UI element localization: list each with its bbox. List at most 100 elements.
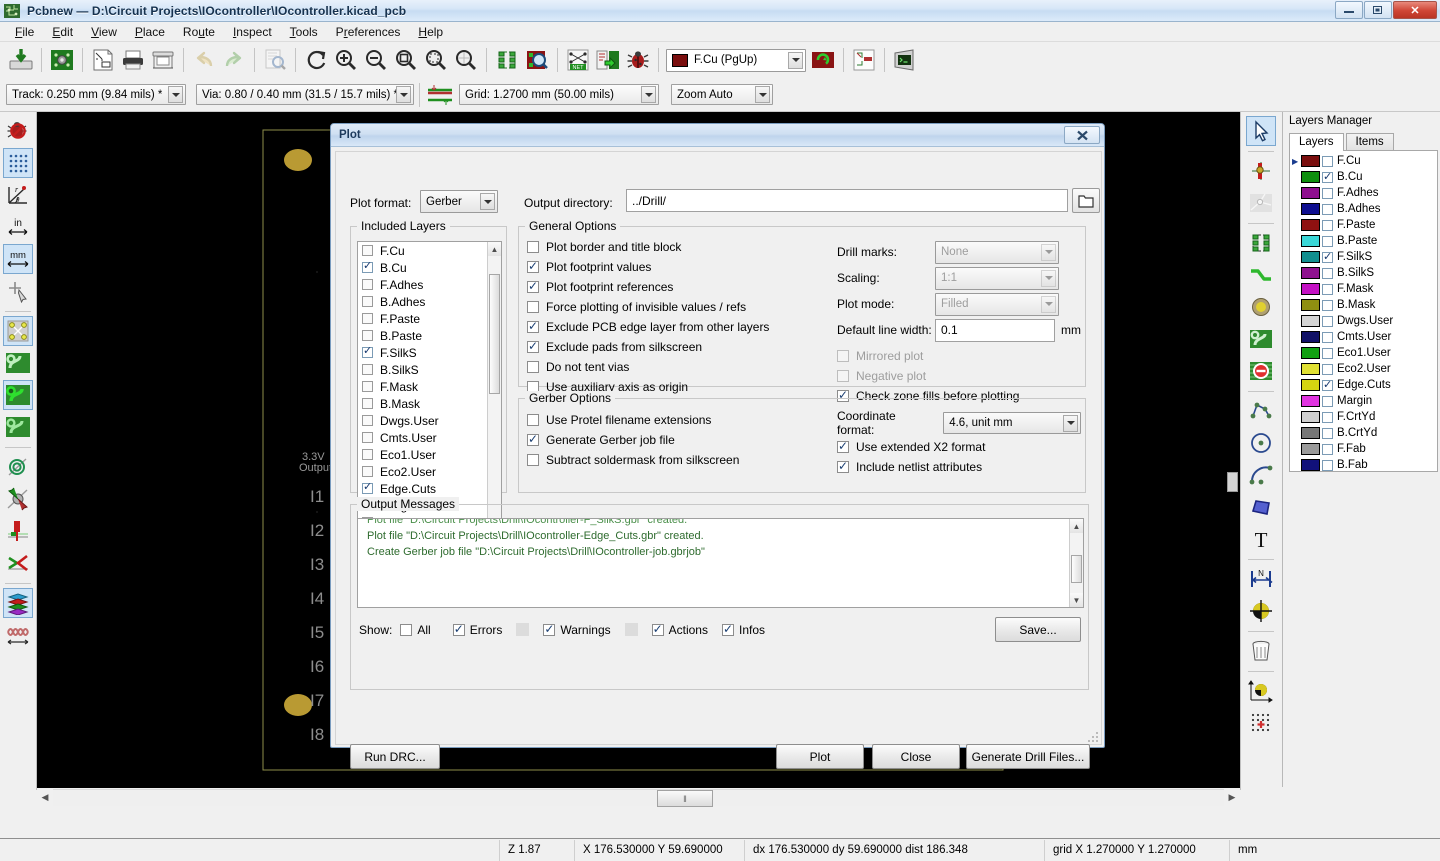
output-directory-input[interactable]: ../Drill/ — [626, 189, 1068, 212]
units-mm-icon[interactable]: mm — [3, 244, 33, 274]
add-zone-icon[interactable] — [1246, 324, 1276, 354]
zoom-in-icon[interactable] — [331, 45, 361, 75]
layer-color-swatch[interactable] — [1301, 315, 1320, 327]
included-layer-row[interactable]: Edge.Cuts — [358, 480, 501, 497]
menu-view[interactable]: View — [82, 23, 126, 41]
drill-marks-select[interactable]: None — [935, 240, 1059, 264]
layer-visibility-checkbox[interactable] — [1322, 203, 1333, 215]
run-drc-button[interactable]: Run DRC... — [350, 744, 440, 769]
gerber-option-right[interactable]: Use extended X2 format — [837, 437, 1081, 457]
general-option[interactable]: Exclude pads from silkscreen — [527, 337, 827, 357]
zoom-select[interactable]: Zoom Auto — [671, 84, 773, 105]
layer-row[interactable]: B.CrtYd — [1290, 425, 1437, 441]
show-filter-all[interactable]: All — [400, 623, 431, 637]
general-option-checkbox[interactable] — [527, 361, 539, 373]
general-option-checkbox[interactable] — [527, 241, 539, 253]
included-layer-checkbox[interactable] — [362, 344, 373, 358]
highlight-net-icon[interactable] — [1246, 156, 1276, 186]
scaling-select[interactable]: 1:1 — [935, 266, 1059, 290]
select-tool-icon[interactable] — [1245, 116, 1276, 146]
chevron-down-icon[interactable] — [480, 193, 495, 210]
layer-visibility-checkbox[interactable] — [1322, 427, 1333, 439]
included-layer-checkbox[interactable] — [362, 296, 373, 307]
included-layer-checkbox[interactable] — [362, 480, 373, 494]
included-layer-checkbox[interactable] — [362, 313, 373, 324]
included-layer-row[interactable]: Dwgs.User — [358, 412, 501, 429]
plot-icon[interactable] — [148, 45, 178, 75]
local-ratsnest-icon[interactable] — [1246, 188, 1276, 218]
chevron-down-icon[interactable] — [788, 51, 803, 69]
fill-zones-icon[interactable] — [3, 380, 33, 410]
included-layer-checkbox[interactable] — [362, 364, 373, 375]
restore-button[interactable] — [1364, 1, 1392, 19]
page-settings-icon[interactable] — [88, 45, 118, 75]
add-circle-icon[interactable] — [1246, 428, 1276, 458]
plot-dialog-close-icon[interactable] — [1064, 126, 1100, 144]
footprint-viewer-icon[interactable] — [522, 45, 552, 75]
show-filter-warnings[interactable]: Warnings — [543, 622, 611, 637]
layer-color-swatch[interactable] — [1301, 171, 1320, 183]
gerber-option-checkbox[interactable] — [527, 432, 539, 446]
layer-color-swatch[interactable] — [1301, 235, 1320, 247]
layer-visibility-checkbox[interactable] — [1322, 170, 1333, 183]
set-grid-origin-icon[interactable] — [1246, 708, 1276, 738]
chevron-down-icon[interactable] — [1041, 295, 1056, 313]
add-footprint-icon[interactable] — [1246, 228, 1276, 258]
cursor-shape-icon[interactable] — [3, 276, 33, 306]
layer-visibility-checkbox[interactable] — [1322, 250, 1333, 263]
layer-row[interactable]: F.Paste — [1290, 217, 1437, 233]
gerber-option-checkbox[interactable] — [527, 454, 539, 466]
layer-visibility-checkbox[interactable] — [1322, 411, 1333, 423]
layer-visibility-checkbox[interactable] — [1322, 395, 1333, 407]
menu-inspect[interactable]: Inspect — [224, 23, 281, 41]
plot-button[interactable]: Plot — [776, 744, 864, 769]
layer-row[interactable]: Margin — [1290, 393, 1437, 409]
included-layer-row[interactable]: B.SilkS — [358, 361, 501, 378]
zoom-out-icon[interactable] — [361, 45, 391, 75]
general-option[interactable]: Plot footprint references — [527, 277, 827, 297]
layer-row[interactable]: F.Adhes — [1290, 185, 1437, 201]
chevron-down-icon[interactable] — [168, 86, 183, 103]
plot-mode-select[interactable]: Filled — [935, 292, 1059, 316]
included-layer-row[interactable]: B.Paste — [358, 327, 501, 344]
general-option-checkbox[interactable] — [527, 301, 539, 313]
active-layer-select[interactable]: F.Cu (PgUp) — [666, 48, 806, 72]
show-filter-checkbox[interactable] — [452, 622, 465, 636]
menu-tools[interactable]: Tools — [281, 23, 327, 41]
contrast-mode-icon[interactable] — [3, 588, 33, 618]
general-option-checkbox[interactable] — [527, 339, 539, 353]
layer-color-swatch[interactable] — [1301, 395, 1320, 407]
layer-row[interactable]: B.SilkS — [1290, 265, 1437, 281]
included-layer-checkbox[interactable] — [362, 259, 373, 273]
layer-visibility-checkbox[interactable] — [1322, 315, 1333, 327]
footprint-editor-icon[interactable] — [492, 45, 522, 75]
included-layer-checkbox[interactable] — [362, 330, 373, 341]
add-via-icon[interactable] — [1246, 292, 1276, 322]
scripting-console-icon[interactable] — [890, 45, 920, 75]
tab-items[interactable]: Items — [1345, 133, 1394, 150]
canvas-hscrollbar[interactable]: ◀ ‖ ▶ — [37, 787, 1240, 807]
included-layer-checkbox[interactable] — [362, 245, 373, 256]
included-layer-checkbox[interactable] — [362, 432, 373, 443]
chevron-down-icon[interactable] — [1063, 414, 1078, 432]
add-text-icon[interactable]: T — [1246, 524, 1276, 554]
general-option[interactable]: Plot footprint values — [527, 257, 827, 277]
plot-format-select[interactable]: Gerber — [420, 190, 498, 213]
layer-row[interactable]: B.Paste — [1290, 233, 1437, 249]
included-layer-row[interactable]: Eco2.User — [358, 463, 501, 480]
layer-row[interactable]: F.Fab — [1290, 441, 1437, 457]
layer-visibility-checkbox[interactable] — [1322, 155, 1333, 167]
netlist-icon[interactable]: NET — [563, 45, 593, 75]
scrollbar-thumb[interactable] — [489, 274, 500, 394]
layer-color-swatch[interactable] — [1301, 347, 1320, 359]
close-button[interactable]: ✕ — [1393, 1, 1437, 19]
layer-visibility-checkbox[interactable] — [1322, 363, 1333, 375]
toggle-grid-icon[interactable] — [3, 148, 33, 178]
gerber-option[interactable]: Subtract soldermask from silkscreen — [527, 450, 827, 470]
show-ratsnest-icon[interactable] — [3, 316, 33, 346]
layer-color-swatch[interactable] — [1301, 427, 1320, 439]
hscroll-thumb[interactable]: ‖ — [657, 790, 713, 807]
layer-row[interactable]: F.SilkS — [1290, 249, 1437, 265]
general-option-checkbox[interactable] — [527, 259, 539, 273]
layer-color-swatch[interactable] — [1301, 331, 1320, 343]
